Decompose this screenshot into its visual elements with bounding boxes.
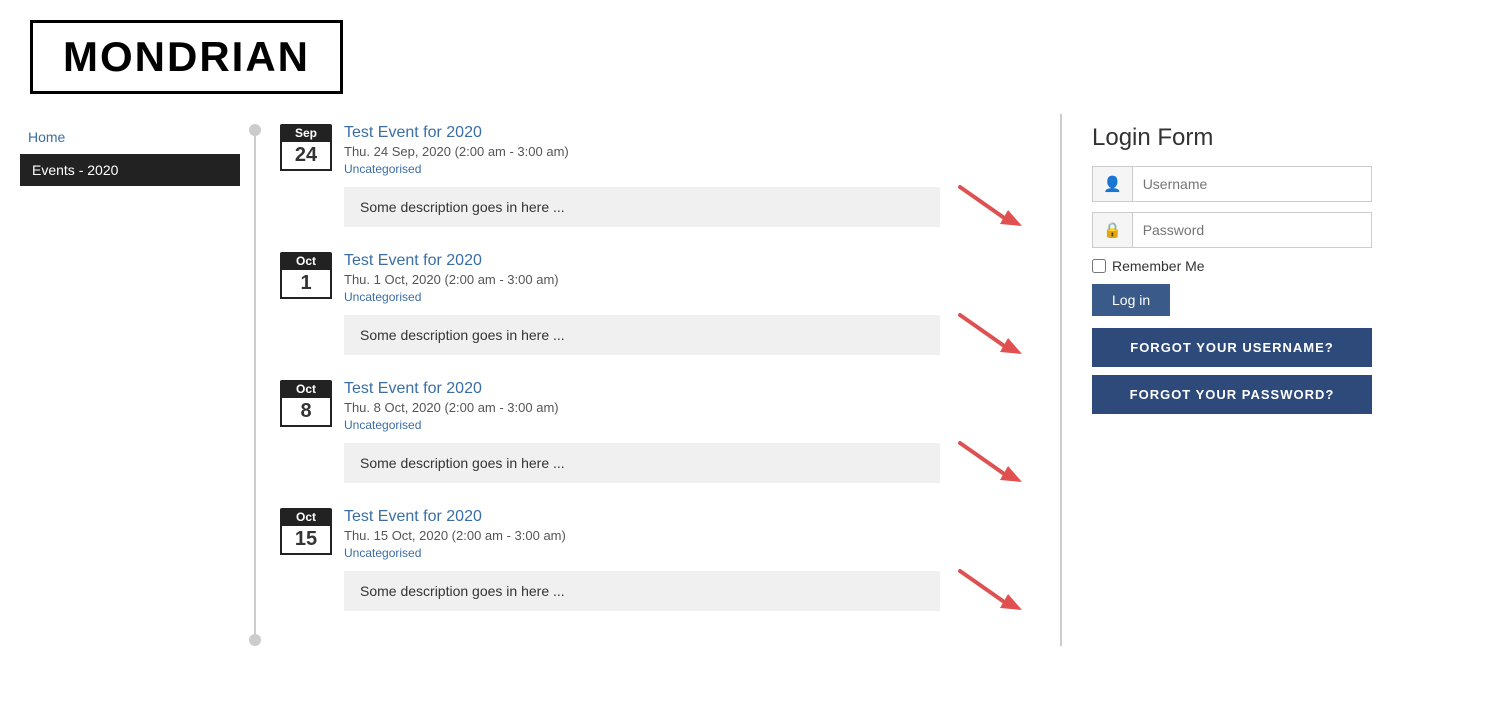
event-header-row: Oct 8 Test Event for 2020 Thu. 8 Oct, 20… [280,380,1030,432]
event-header-row: Sep 24 Test Event for 2020 Thu. 24 Sep, … [280,124,1030,176]
event-info: Test Event for 2020 Thu. 1 Oct, 2020 (2:… [344,252,1030,304]
event-description-row: Some description goes in here ... [344,566,1030,616]
lock-icon: 🔒 [1093,213,1133,247]
remember-me-row: Remember Me [1092,258,1372,274]
arrow-icon [950,182,1030,232]
event-day: 24 [280,142,332,171]
event-header-row: Oct 1 Test Event for 2020 Thu. 1 Oct, 20… [280,252,1030,304]
username-input-row: 👤 [1092,166,1372,202]
remember-me-checkbox[interactable] [1092,259,1106,273]
date-badge: Oct 1 [280,252,332,299]
event-header-row: Oct 15 Test Event for 2020 Thu. 15 Oct, … [280,508,1030,560]
event-description: Some description goes in here ... [344,315,940,355]
timeline [240,114,270,646]
user-icon: 👤 [1093,167,1133,201]
event-title[interactable]: Test Event for 2020 [344,380,1030,398]
password-input-row: 🔒 [1092,212,1372,248]
password-input[interactable] [1133,214,1371,246]
event-month: Oct [280,508,332,526]
login-button[interactable]: Log in [1092,284,1170,316]
date-badge: Oct 15 [280,508,332,555]
header: MONDRIAN [0,0,1496,114]
events-area: Sep 24 Test Event for 2020 Thu. 24 Sep, … [270,114,1050,646]
event-month: Oct [280,380,332,398]
event-title[interactable]: Test Event for 2020 [344,124,1030,142]
event-description-row: Some description goes in here ... [344,438,1030,488]
logo: MONDRIAN [30,20,343,94]
event-category[interactable]: Uncategorised [344,290,1030,304]
event-title[interactable]: Test Event for 2020 [344,508,1030,526]
right-sidebar: Login Form 👤 🔒 Remember Me Log in FORGOT… [1072,114,1392,646]
event-day: 1 [280,270,332,299]
sidebar-item-events[interactable]: Events - 2020 [20,154,240,186]
sidebar-item-home[interactable]: Home [20,124,240,150]
arrow-icon [950,566,1030,616]
event-month: Sep [280,124,332,142]
event-datetime: Thu. 1 Oct, 2020 (2:00 am - 3:00 am) [344,272,1030,287]
event-title[interactable]: Test Event for 2020 [344,252,1030,270]
forgot-username-button[interactable]: FORGOT YOUR USERNAME? [1092,328,1372,367]
timeline-dot-bottom [249,634,261,646]
event-description-row: Some description goes in here ... [344,310,1030,360]
remember-me-label: Remember Me [1112,258,1205,274]
event-day: 15 [280,526,332,555]
event-day: 8 [280,398,332,427]
event-category[interactable]: Uncategorised [344,546,1030,560]
date-badge: Sep 24 [280,124,332,171]
timeline-line [254,136,256,634]
arrow-icon [950,310,1030,360]
event-description: Some description goes in here ... [344,187,940,227]
login-form-title: Login Form [1092,124,1372,152]
event-item: Oct 1 Test Event for 2020 Thu. 1 Oct, 20… [280,252,1030,360]
event-month: Oct [280,252,332,270]
sidebar: Home Events - 2020 [20,114,240,646]
event-description: Some description goes in here ... [344,571,940,611]
event-info: Test Event for 2020 Thu. 15 Oct, 2020 (2… [344,508,1030,560]
event-item: Sep 24 Test Event for 2020 Thu. 24 Sep, … [280,124,1030,232]
event-description-row: Some description goes in here ... [344,182,1030,232]
event-description: Some description goes in here ... [344,443,940,483]
date-badge: Oct 8 [280,380,332,427]
event-category[interactable]: Uncategorised [344,162,1030,176]
event-datetime: Thu. 15 Oct, 2020 (2:00 am - 3:00 am) [344,528,1030,543]
event-datetime: Thu. 8 Oct, 2020 (2:00 am - 3:00 am) [344,400,1030,415]
event-info: Test Event for 2020 Thu. 8 Oct, 2020 (2:… [344,380,1030,432]
arrow-icon [950,438,1030,488]
timeline-dot-top [249,124,261,136]
username-input[interactable] [1133,168,1371,200]
event-category[interactable]: Uncategorised [344,418,1030,432]
event-item: Oct 8 Test Event for 2020 Thu. 8 Oct, 20… [280,380,1030,488]
forgot-password-button[interactable]: FORGOT YOUR PASSWORD? [1092,375,1372,414]
event-item: Oct 15 Test Event for 2020 Thu. 15 Oct, … [280,508,1030,616]
vertical-divider [1060,114,1062,646]
event-info: Test Event for 2020 Thu. 24 Sep, 2020 (2… [344,124,1030,176]
event-datetime: Thu. 24 Sep, 2020 (2:00 am - 3:00 am) [344,144,1030,159]
